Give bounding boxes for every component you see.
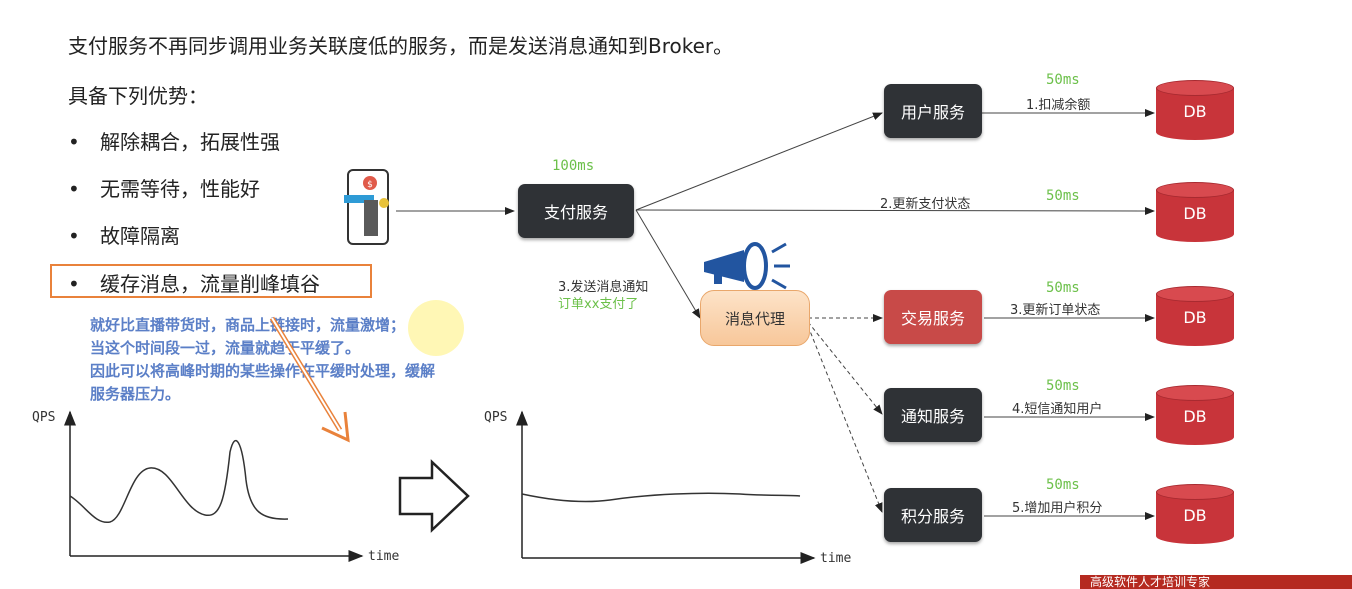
action-label: 4.短信通知用户 [1012, 402, 1103, 417]
db-label: DB [1183, 204, 1207, 223]
notify-service-node: 通知服务 [884, 388, 982, 442]
svg-text:$: $ [367, 180, 373, 190]
phone-payment-icon: $ [344, 169, 389, 245]
hollow-right-arrow-icon [398, 459, 470, 533]
qps-chart-right [516, 410, 816, 564]
qps-curve-flat [521, 492, 801, 503]
latency-label: 50ms [1046, 378, 1080, 394]
action-label: 3.更新订单状态 [1010, 303, 1101, 318]
orange-pointer-arrow [269, 316, 350, 443]
latency-label: 50ms [1046, 477, 1080, 493]
points-service-node: 积分服务 [884, 488, 982, 542]
footer-banner: 高级软件人才培训专家 [1080, 575, 1352, 589]
y-axis-label: QPS [32, 410, 56, 425]
db-label: DB [1183, 102, 1207, 121]
db-label: DB [1183, 506, 1207, 525]
database-icon: DB [1156, 482, 1234, 544]
payment-service-node: 支付服务 [518, 184, 634, 238]
qps-chart-left [64, 410, 364, 562]
megaphone-icon [704, 242, 790, 290]
broker-edge-sublabel: 订单xx支付了 [558, 297, 639, 312]
action-label: 2.更新支付状态 [880, 197, 971, 212]
x-axis-label: time [820, 551, 852, 566]
database-icon: DB [1156, 383, 1234, 445]
diagram-canvas: $ [64, 109, 1155, 564]
action-label: 1.扣减余额 [1026, 98, 1091, 113]
latency-label: 50ms [1046, 72, 1080, 88]
x-axis-label: time [368, 549, 400, 564]
database-icon: DB [1156, 78, 1234, 140]
message-broker-node: 消息代理 [700, 290, 810, 346]
qps-curve-spiky [69, 439, 289, 523]
y-axis-label: QPS [484, 410, 508, 425]
db-label: DB [1183, 308, 1207, 327]
database-icon: DB [1156, 284, 1234, 346]
trade-service-node: 交易服务 [884, 290, 982, 344]
action-label: 5.增加用户积分 [1012, 501, 1103, 516]
user-service-node: 用户服务 [884, 84, 982, 138]
db-label: DB [1183, 407, 1207, 426]
latency-label: 50ms [1046, 280, 1080, 296]
database-icon: DB [1156, 180, 1234, 242]
latency-label: 50ms [1046, 188, 1080, 204]
payment-latency: 100ms [552, 158, 595, 174]
